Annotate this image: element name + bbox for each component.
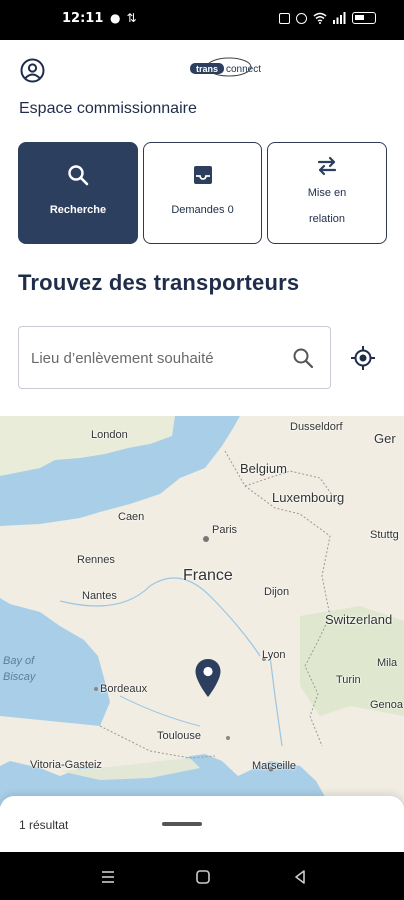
swap-arrows-icon [317, 156, 337, 176]
map-label-germany: Ger [374, 431, 396, 446]
map-label-paris: Paris [212, 524, 238, 536]
map-label-dusseldorf: Dusseldorf [290, 421, 343, 433]
home-icon[interactable] [194, 868, 212, 886]
nfc-icon [279, 12, 290, 24]
profile-icon[interactable] [20, 58, 45, 83]
my-location-icon[interactable] [350, 345, 376, 371]
map-label-rennes: Rennes [77, 554, 115, 566]
inbox-icon [193, 166, 212, 184]
tab-requests-label: Demandes 0 [171, 204, 234, 216]
battery-icon [352, 12, 376, 24]
search-icon [68, 165, 89, 186]
pickup-location-input[interactable] [31, 345, 281, 371]
tab-search-label: Recherche [49, 204, 107, 216]
map-label-nantes: Nantes [82, 590, 117, 602]
map-canvas [0, 416, 404, 806]
map-label-milan: Mila [377, 657, 398, 669]
page-title: Trouvez des transporteurs [18, 270, 300, 295]
wifi-icon [313, 12, 327, 24]
app-notification-icon: ● [110, 11, 121, 25]
sheet-drag-handle[interactable] [162, 822, 202, 826]
logo-text-left: trans [196, 64, 218, 74]
location-pin-icon[interactable] [194, 658, 222, 698]
map-label-belgium: Belgium [240, 461, 287, 476]
map-label-biscay: Biscay [3, 671, 36, 683]
map-view[interactable]: London Dusseldorf Ger Belgium Luxembourg… [0, 416, 404, 806]
tab-search[interactable]: Recherche [18, 142, 138, 244]
map-label-london: London [91, 429, 128, 441]
recent-apps-icon[interactable] [99, 868, 117, 886]
system-navigation-bar [0, 852, 404, 900]
tab-connection-label: Mise en relation [307, 187, 347, 225]
app-logo: trans connect [190, 57, 261, 77]
logo-text-right: connect [226, 64, 261, 75]
section-label: Espace commissionnaire [19, 100, 197, 117]
map-label-dijon: Dijon [264, 586, 290, 598]
results-count: 1 résultat [19, 818, 69, 832]
map-label-marseille: Marseille [252, 760, 297, 772]
map-label-bay-of: Bay of [3, 655, 35, 667]
map-label-bordeaux: Bordeaux [100, 683, 148, 695]
sync-icon: ⇅ [126, 11, 137, 25]
map-label-turin: Turin [336, 674, 361, 686]
results-bottom-sheet[interactable]: 1 résultat [0, 796, 404, 852]
map-label-caen: Caen [118, 511, 145, 523]
search-icon[interactable] [291, 346, 315, 370]
map-label-vitoria: Vitoria-Gasteiz [30, 759, 102, 771]
alarm-icon [296, 12, 307, 24]
map-label-toulouse: Toulouse [157, 730, 202, 742]
map-label-genoa: Genoa [370, 699, 404, 711]
map-label-stuttgart: Stuttg [370, 529, 399, 541]
map-label-lyon: Lyon [262, 649, 286, 661]
signal-icon [333, 12, 346, 24]
tab-requests[interactable]: Demandes 0 [143, 142, 262, 244]
pickup-search-box [18, 326, 331, 389]
map-label-france: France [183, 567, 233, 584]
status-bar: 12:11 ● ⇅ [0, 0, 404, 40]
status-time: 12:11 [62, 11, 104, 26]
map-label-luxembourg: Luxembourg [272, 490, 345, 505]
back-icon[interactable] [291, 868, 309, 886]
tab-connection[interactable]: Mise en relation [267, 142, 387, 244]
map-label-switzerland: Switzerland [325, 612, 393, 627]
